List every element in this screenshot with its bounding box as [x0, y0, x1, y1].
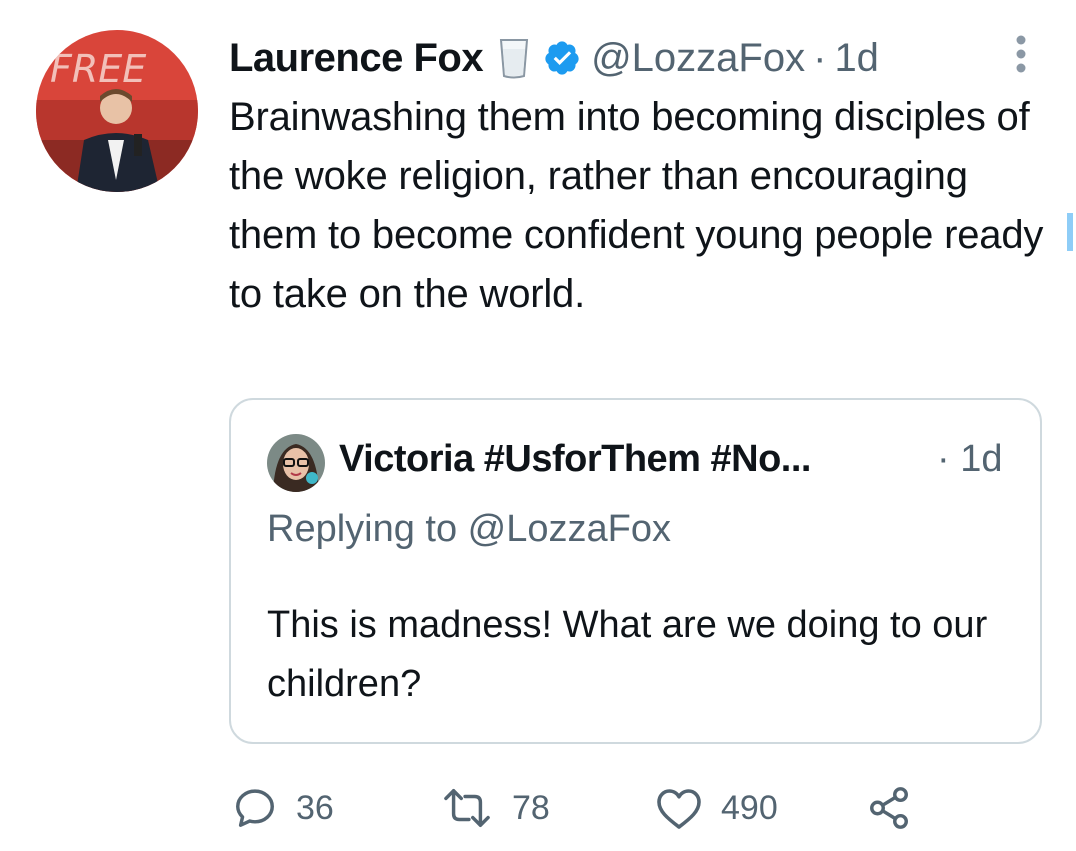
separator-dot: ·	[813, 35, 827, 80]
retweet-icon	[444, 789, 490, 827]
author-handle[interactable]: @LozzaFox	[591, 36, 805, 81]
author-avatar[interactable]: FREE	[36, 30, 198, 192]
quoted-text: This is madness! What are we doing to ou…	[267, 604, 988, 705]
replying-to: Replying to @LozzaFox	[267, 508, 671, 550]
like-button[interactable]: 490	[655, 778, 778, 838]
verified-badge-icon	[543, 39, 581, 77]
retweet-button[interactable]: 78	[440, 778, 550, 838]
retweet-count: 78	[512, 788, 550, 827]
share-icon	[870, 787, 908, 829]
svg-text:FREE: FREE	[50, 47, 146, 91]
glass-of-milk-icon	[499, 37, 529, 79]
author-name[interactable]: Laurence Fox	[229, 36, 484, 81]
reply-icon	[236, 789, 274, 827]
quoted-time[interactable]: · 1d	[937, 438, 1002, 481]
tweet-text: Brainwashing them into becoming disciple…	[229, 95, 1044, 316]
share-button[interactable]	[866, 778, 912, 838]
like-count: 490	[721, 788, 778, 827]
quoted-author-name[interactable]: Victoria #UsforThem #No...	[339, 438, 811, 481]
quoted-tweet[interactable]: Victoria #UsforThem #No... · 1d Replying…	[229, 398, 1042, 744]
reply-count: 36	[296, 788, 334, 827]
tweet-time[interactable]: 1d	[834, 36, 879, 81]
reply-button[interactable]: 36	[232, 778, 334, 838]
more-options-icon[interactable]	[1010, 34, 1032, 83]
scroll-indicator	[1067, 213, 1073, 251]
heart-icon	[657, 789, 701, 829]
quoted-author-avatar	[267, 434, 325, 492]
tweet-header: Laurence Fox @LozzaFox · 1d	[229, 28, 879, 88]
